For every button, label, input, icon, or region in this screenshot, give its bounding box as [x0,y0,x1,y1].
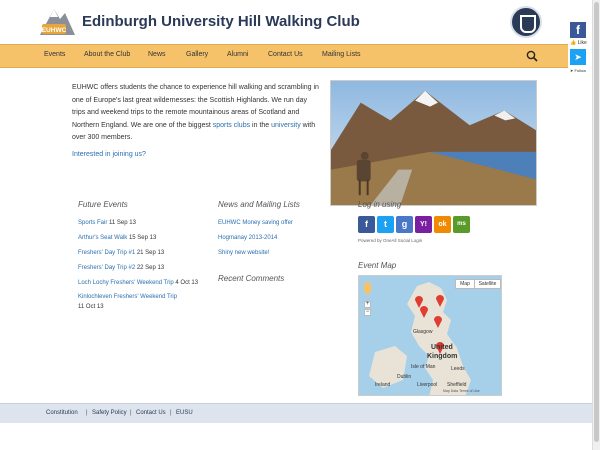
map-label: Leeds [451,366,465,372]
scrollbar-thumb[interactable] [594,2,599,442]
event-link[interactable]: Freshers' Day Trip #1 [78,250,135,256]
event-item: Loch Lochy Freshers' Weekend Trip 4 Oct … [78,280,199,286]
like-label[interactable]: 👍 Like [570,40,587,46]
social-widget: f 👍 Like ➤ ➤ Follow [568,20,590,78]
map-marker-icon[interactable] [419,304,429,318]
event-map[interactable]: Map Satellite + − Glasgow United Kingdom… [358,275,502,396]
nav-gallery[interactable]: Gallery [186,51,208,58]
footer-contact-link[interactable]: Contact Us [136,410,166,416]
recent-comments-title: Recent Comments [218,274,285,283]
login-providers: f t g Y! ok ms [358,216,470,234]
twitter-login-icon[interactable]: t [377,216,394,233]
map-label: Ireland [375,382,391,388]
nav-news[interactable]: News [148,51,166,58]
event-item: Kinlochleven Freshers' Weekend Trip [78,294,177,300]
future-events-title: Future Events [78,200,128,209]
map-attribution[interactable]: Map Data Terms of Use [443,389,480,393]
site-header: EUHWC Edinburgh University Hill Walking … [0,0,594,44]
event-link[interactable]: Freshers' Day Trip #2 [78,265,135,271]
footer-constitution-link[interactable]: Constitution [46,410,78,416]
news-item: EUHWC Money saving offer [218,220,293,226]
login-title: Log in using [358,200,402,209]
zoom-out-button[interactable]: − [364,309,371,316]
event-map-title: Event Map [358,261,397,270]
satellite-type-button[interactable]: Satellite [474,279,501,289]
nav-alumni[interactable]: Alumni [227,51,248,58]
event-date: 11 Oct 13 [78,304,104,310]
google-login-icon[interactable]: g [396,216,413,233]
event-item: Sports Fair 11 Sep 13 [78,220,136,226]
nav-contact[interactable]: Contact Us [268,51,303,58]
follow-label[interactable]: ➤ Follow [570,68,586,73]
event-item: Arthur's Seat Walk 15 Sep 13 [78,235,157,241]
site-title[interactable]: Edinburgh University Hill Walking Club [82,13,360,30]
nav-mailing-lists[interactable]: Mailing Lists [322,51,361,58]
event-item: Freshers' Day Trip #1 21 Sep 13 [78,250,165,256]
news-item: Shiny new website! [218,250,269,256]
footer-separator: | [86,410,88,416]
event-item: Freshers' Day Trip #2 22 Sep 13 [78,265,165,271]
sports-clubs-link[interactable]: sports clubs [213,122,250,129]
zoom-in-button[interactable]: + [364,301,371,308]
powered-by-text[interactable]: Powered by OneAll Social Login [358,238,422,243]
hero-photo-deer-loch [330,80,537,206]
nav-events[interactable]: Events [44,51,65,58]
map-label: Liverpool [417,382,438,388]
map-label: United [431,344,453,351]
news-link[interactable]: Hogmanay 2013-2014 [218,235,277,241]
news-title: News and Mailing Lists [218,200,300,209]
news-item: Hogmanay 2013-2014 [218,235,277,241]
microsoft-login-icon[interactable]: ms [453,216,470,233]
odnoklassniki-login-icon[interactable]: ok [434,216,451,233]
yahoo-login-icon[interactable]: Y! [415,216,432,233]
facebook-icon[interactable]: f [570,22,586,38]
event-link[interactable]: Kinlochleven Freshers' Weekend Trip [78,294,177,300]
map-type-button[interactable]: Map [455,279,475,289]
search-icon[interactable] [526,50,538,62]
map-label: Kingdom [427,353,458,360]
twitter-icon[interactable]: ➤ [570,49,586,65]
footer-eusu-link[interactable]: EUSU [176,410,193,416]
university-link[interactable]: university [271,122,301,129]
intro-text: EUHWC offers students the chance to expe… [72,84,319,141]
site-footer: Constitution | Safety Policy | Contact U… [0,403,592,423]
map-label: Dublin [397,374,412,380]
map-marker-icon[interactable] [435,293,445,307]
logo-text: EUHWC [42,27,67,34]
footer-separator: | [170,410,172,416]
map-label: Isle of Man [411,364,436,370]
footer-separator: | [130,410,132,416]
map-label: Sheffield [447,382,467,388]
map-land [369,282,471,395]
street-view-icon[interactable] [364,282,371,294]
nav-about[interactable]: About the Club [84,51,130,58]
map-marker-icon[interactable] [433,314,443,328]
map-label: Glasgow [413,329,433,335]
footer-safety-policy-link[interactable]: Safety Policy [92,410,127,416]
event-link[interactable]: Arthur's Seat Walk [78,235,127,241]
event-link[interactable]: Loch Lochy Freshers' Weekend Trip [78,280,174,286]
event-link[interactable]: Sports Fair [78,220,107,226]
join-link[interactable]: Interested in joining us? [72,151,146,158]
news-link[interactable]: Shiny new website! [218,250,269,256]
university-crest-icon[interactable] [510,6,542,38]
facebook-login-icon[interactable]: f [358,216,375,233]
news-link[interactable]: EUHWC Money saving offer [218,220,293,226]
club-logo[interactable]: EUHWC [38,5,76,39]
scrollbar[interactable] [592,0,600,450]
main-nav: Events About the Club News Gallery Alumn… [0,44,568,68]
